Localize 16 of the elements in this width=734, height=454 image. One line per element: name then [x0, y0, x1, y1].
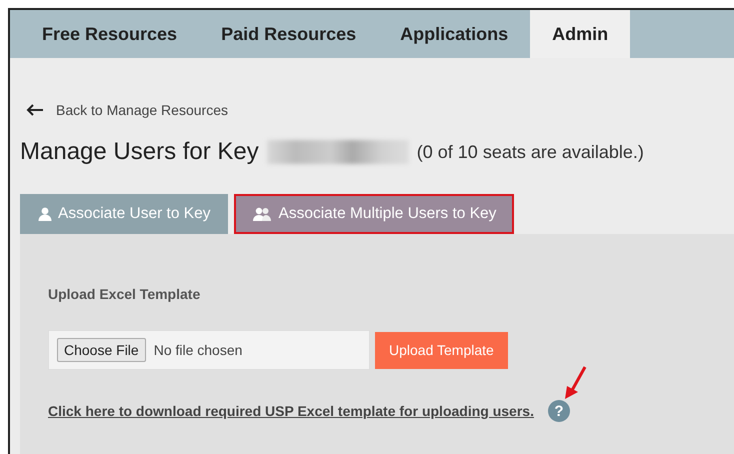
nav-tab[interactable]: Paid Resources — [199, 10, 378, 58]
file-input[interactable]: Choose File No file chosen — [48, 330, 370, 370]
annotation-arrow — [564, 366, 588, 400]
upload-label: Upload Excel Template — [48, 286, 202, 302]
file-status: No file chosen — [154, 342, 242, 358]
nav-tab[interactable]: Free Resources — [20, 10, 200, 58]
users-icon — [252, 207, 272, 221]
user-icon — [38, 207, 52, 221]
seats-available: (0 of 10 seats are available.) — [416, 142, 644, 162]
download-template-link[interactable]: Click here to download required USP Excel template for uploading users. — [48, 403, 534, 419]
choose-file-button[interactable]: Choose File — [57, 338, 146, 362]
back-arrow-icon[interactable] — [26, 104, 44, 116]
back-link[interactable]: Back to Manage Resources — [56, 102, 228, 118]
page-title: Manage Users for Key — [20, 138, 259, 166]
nav-tab[interactable]: Applications — [378, 10, 530, 58]
nav-tab[interactable]: Admin — [530, 10, 630, 58]
